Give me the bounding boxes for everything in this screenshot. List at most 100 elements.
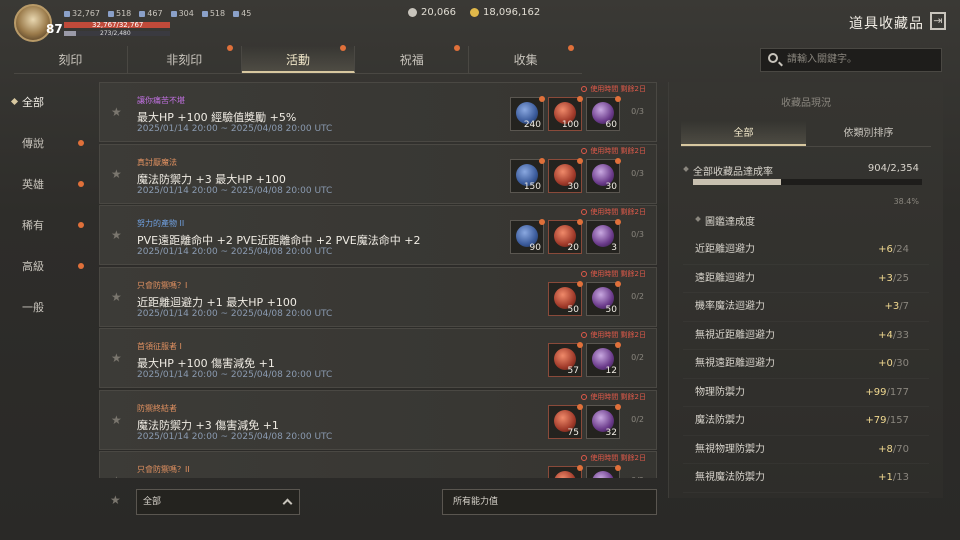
- category-tabs: 刻印 非刻印 活動 祝福 收集: [14, 45, 582, 74]
- notification-dot: [577, 280, 583, 287]
- material-count: 30: [567, 181, 579, 192]
- sidebar-item-label: 一般: [22, 301, 44, 314]
- stat-1: 32,767: [64, 9, 100, 18]
- notification-dot: [78, 222, 84, 228]
- expiry-text: 使用時間 剩餘2日: [590, 208, 646, 216]
- alert-icon: [581, 209, 588, 215]
- material-slot[interactable]: 12: [586, 342, 621, 377]
- stat-current: +1: [878, 472, 893, 483]
- stat-row: 物理防禦力 +99/177: [683, 379, 929, 408]
- list-item[interactable]: ★ 真討厭魔法 魔法防禦力 +3 最大HP +100 2025/01/14 20:00…: [99, 143, 657, 204]
- material-slot[interactable]: 60: [586, 96, 621, 131]
- favorite-star-icon[interactable]: ★: [111, 228, 122, 242]
- alert-icon: [581, 86, 588, 92]
- stat-value: +1/13: [878, 464, 909, 492]
- stat-row: 機率魔法迴避力 +3/7: [683, 293, 929, 322]
- stat-row: 無視近距離迴避力 +4/33: [683, 322, 929, 351]
- favorite-star-icon[interactable]: ★: [110, 493, 121, 507]
- favorite-star-icon[interactable]: ★: [111, 413, 122, 427]
- material-slot[interactable]: [548, 465, 583, 478]
- list-item[interactable]: ★ 讓你痛苦不堪 最大HP +100 經驗值獎勵 +5% 2025/01/14 20:…: [99, 82, 657, 142]
- hp-text: 32,767/32,767: [92, 21, 144, 29]
- item-description: 最大HP +100 傷害減免 +1: [137, 357, 275, 370]
- panel-tabs: 全部 依類別排序: [681, 121, 931, 147]
- stat-max: /33: [892, 329, 909, 341]
- expiry-notice: 使用時間 剩餘2日: [581, 269, 646, 279]
- favorite-star-icon[interactable]: ★: [111, 290, 122, 304]
- item-description: PVE遠距離命中 +2 PVE近距離命中 +2 PVE魔法命中 +2: [137, 234, 421, 247]
- stat-name: 魔法防禦力: [695, 415, 745, 426]
- material-slot[interactable]: 30: [586, 157, 621, 193]
- sidebar-item-0[interactable]: 全部: [0, 82, 92, 123]
- panel-tab-all[interactable]: 全部: [681, 121, 806, 146]
- material-slot[interactable]: 30: [548, 157, 583, 193]
- material-slot[interactable]: 32: [586, 403, 621, 439]
- stat-current: +99: [865, 386, 887, 398]
- stat-row: 遠距離迴避力 +3/25: [683, 265, 929, 294]
- stat-row: 無視魔法防禦力 +1/13: [683, 464, 929, 493]
- material-slot[interactable]: 20: [548, 219, 583, 254]
- list-item[interactable]: ★只會防禦嗎？II遠距離迴避力 +1 最大HP +1002025/01/14 2…: [99, 451, 657, 478]
- material-count: 75: [567, 427, 579, 438]
- stat-filter-dropdown[interactable]: 所有能力值: [442, 489, 657, 515]
- search-input[interactable]: 請輸入關鍵字。: [760, 48, 942, 72]
- sidebar-item-4[interactable]: 高級: [0, 246, 92, 287]
- tab-0[interactable]: 刻印: [14, 46, 128, 73]
- material-slot[interactable]: 3: [586, 219, 621, 254]
- material-slot[interactable]: 50: [586, 280, 621, 316]
- stat-value: +6/24: [878, 236, 909, 264]
- notification-dot: [539, 157, 545, 164]
- search-placeholder: 請輸入關鍵字。: [787, 54, 857, 65]
- sidebar-item-label: 傳說: [22, 137, 44, 150]
- material-slot[interactable]: 90: [510, 219, 545, 254]
- stat-filter-value: 所有能力值: [453, 497, 499, 507]
- stat-max: /24: [892, 244, 909, 255]
- material-slot[interactable]: 150: [510, 157, 545, 193]
- item-date-range: 2025/01/14 20:00 ~ 2025/04/08 20:00 UTC: [137, 308, 333, 319]
- material-slot[interactable]: 240: [510, 96, 545, 131]
- item-category: 防禦終結者: [137, 403, 177, 413]
- expiry-text: 使用時間 剩餘2日: [590, 392, 646, 401]
- material-slot[interactable]: 75: [548, 403, 583, 439]
- item-progress: 0/2: [631, 476, 644, 478]
- panel-tab-sort[interactable]: 依類別排序: [806, 121, 931, 146]
- stat-name: 無視魔法防禦力: [695, 472, 765, 483]
- notification-dot: [615, 465, 621, 471]
- material-count: 100: [561, 120, 579, 130]
- red-orb-icon: [554, 471, 576, 478]
- list-item[interactable]: ★ 防禦終結者 魔法防禦力 +3 傷害減免 +1 2025/01/14 20:00 ~…: [99, 389, 657, 450]
- tab-1[interactable]: 非刻印: [128, 45, 242, 73]
- favorite-star-icon[interactable]: ★: [111, 474, 122, 478]
- sidebar-item-3[interactable]: 稀有: [0, 205, 92, 246]
- sidebar-item-2[interactable]: 英雄: [0, 164, 92, 205]
- material-slot[interactable]: [586, 465, 621, 478]
- stat-value: +3/25: [878, 265, 909, 293]
- alert-icon: [581, 270, 588, 277]
- grade-filter-dropdown[interactable]: 全部: [136, 489, 300, 515]
- notification-dot: [615, 280, 621, 287]
- material-slot[interactable]: 50: [548, 280, 583, 316]
- tab-2[interactable]: 活動: [241, 45, 356, 73]
- material-count: 50: [605, 304, 617, 315]
- stat-row: 魔法防禦力 +79/157: [683, 407, 929, 436]
- material-slot[interactable]: 57: [548, 342, 583, 377]
- stat-max: /70: [892, 443, 909, 455]
- stat-current: +79: [865, 415, 887, 426]
- stat-current: +4: [878, 329, 893, 341]
- favorite-star-icon[interactable]: ★: [111, 167, 122, 181]
- list-item[interactable]: ★ 首領征服者 I 最大HP +100 傷害減免 +1 2025/01/14 20:0…: [99, 328, 657, 388]
- favorite-star-icon[interactable]: ★: [111, 105, 122, 119]
- sidebar-item-5[interactable]: 一般: [0, 287, 92, 328]
- exit-door-icon[interactable]: ⇥: [930, 12, 946, 30]
- tab-3[interactable]: 祝福: [355, 45, 470, 73]
- material-slot[interactable]: 100: [548, 96, 583, 131]
- top-hud: 87 32,767 518 467 304 518 45 32,767/32,7…: [0, 0, 960, 44]
- notification-dot: [577, 219, 583, 225]
- item-date-range: 2025/01/14 20:00 ~ 2025/04/08 20:00 UTC: [137, 124, 333, 134]
- alert-icon: [581, 332, 588, 338]
- favorite-star-icon[interactable]: ★: [111, 351, 122, 365]
- list-item[interactable]: ★ 努力的產物 II PVE遠距離命中 +2 PVE近距離命中 +2 PVE魔法命中…: [99, 205, 657, 265]
- sidebar-item-1[interactable]: 傳說: [0, 123, 92, 164]
- tab-4[interactable]: 收集: [469, 45, 582, 73]
- list-item[interactable]: ★ 只會防禦嗎？I 近距離迴避力 +1 最大HP +100 2025/01/14 20…: [99, 266, 657, 327]
